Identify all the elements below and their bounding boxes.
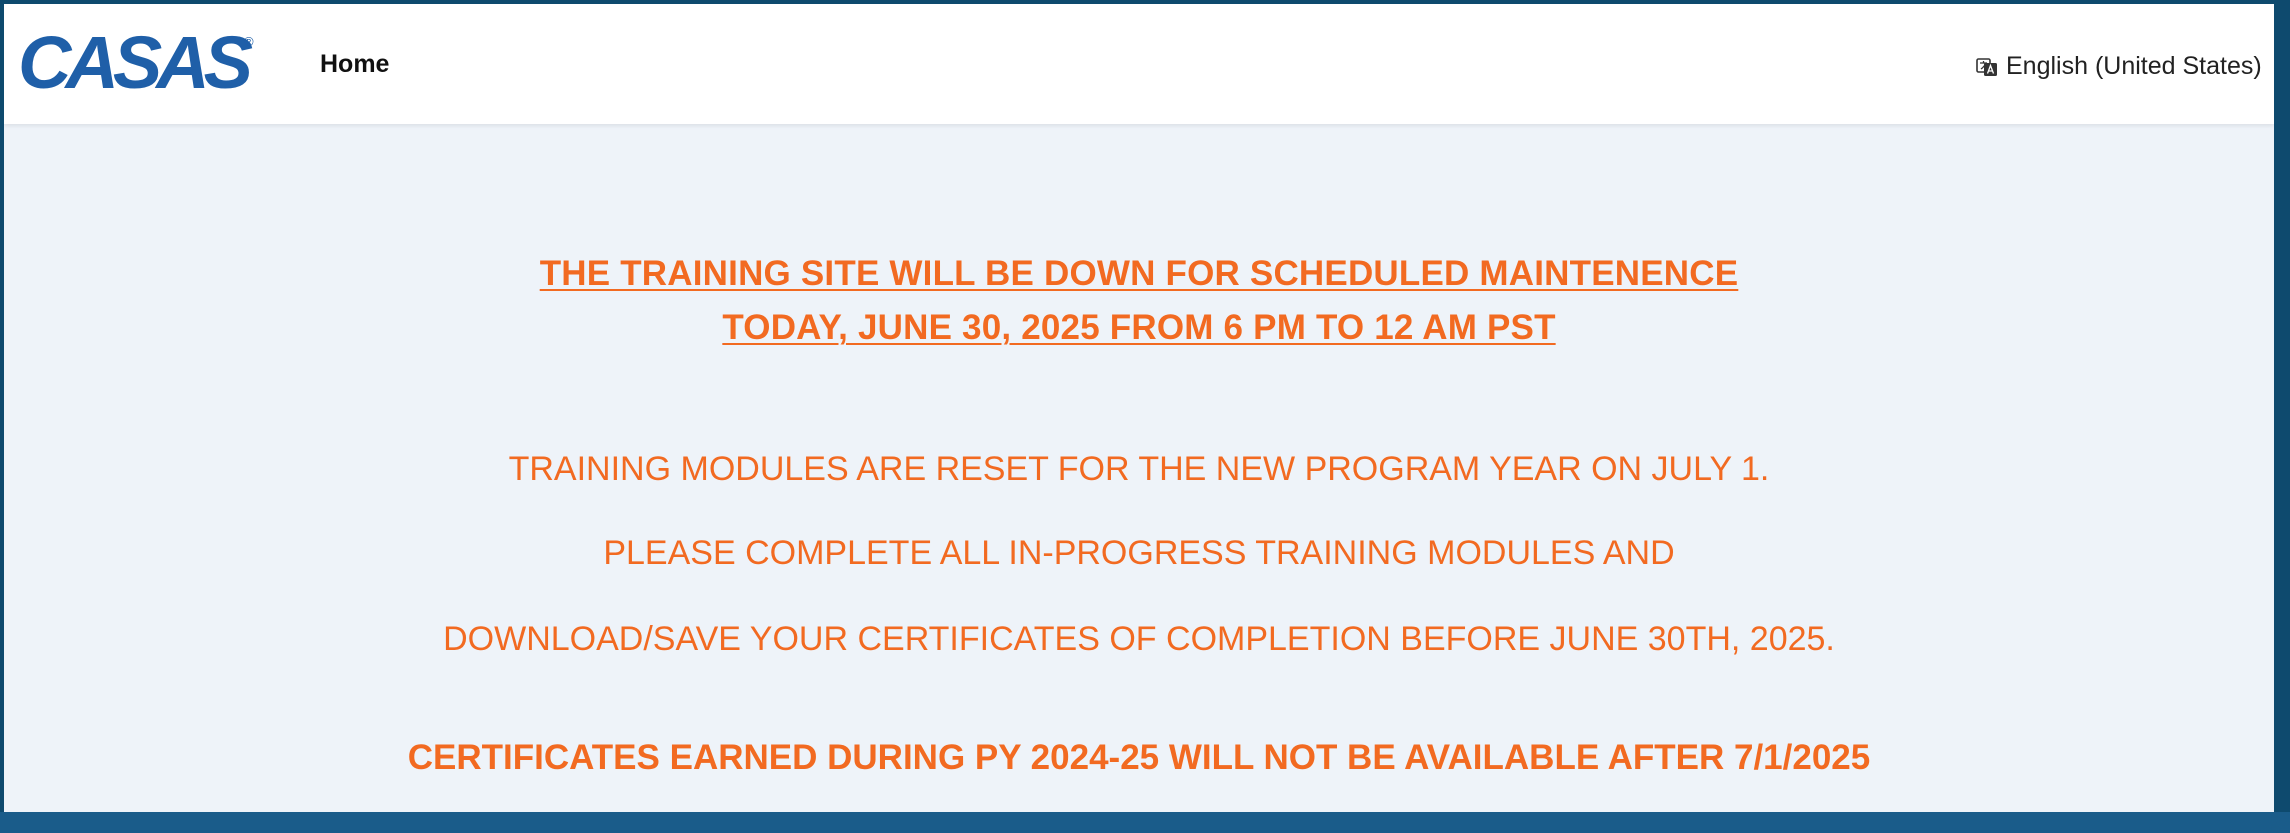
reset-notice-line-1: TRAINING MODULES ARE RESET FOR THE NEW P… [508, 450, 1770, 488]
language-icon [1976, 56, 1998, 78]
page-frame: CASAS ® Home English (United States) THE… [4, 4, 2274, 812]
reset-notice-line-3: DOWNLOAD/SAVE YOUR CERTIFICATES OF COMPL… [443, 620, 1835, 658]
logo-text: CASAS [18, 28, 253, 104]
window-edge-right [2274, 0, 2290, 833]
reset-notice-line-2: PLEASE COMPLETE ALL IN-PROGRESS TRAINING… [603, 534, 1675, 572]
maintenance-notice-line-2: TODAY, JUNE 30, 2025 FROM 6 PM TO 12 AM … [722, 308, 1556, 347]
window-edge-bottom [0, 812, 2290, 833]
casas-logo-mark: CASAS ® [18, 28, 256, 104]
registered-mark: ® [244, 34, 254, 49]
maintenance-notice-line-1: THE TRAINING SITE WILL BE DOWN FOR SCHED… [539, 254, 1739, 293]
language-label: English (United States) [2006, 52, 2262, 80]
casas-logo[interactable]: CASAS ® [16, 28, 256, 104]
certificates-warning: CERTIFICATES EARNED DURING PY 2024-25 WI… [407, 738, 1871, 777]
top-navbar: CASAS ® Home English (United States) [4, 4, 2274, 124]
nav-home-link[interactable]: Home [320, 50, 389, 79]
language-selector[interactable]: English (United States) [1976, 52, 2262, 81]
